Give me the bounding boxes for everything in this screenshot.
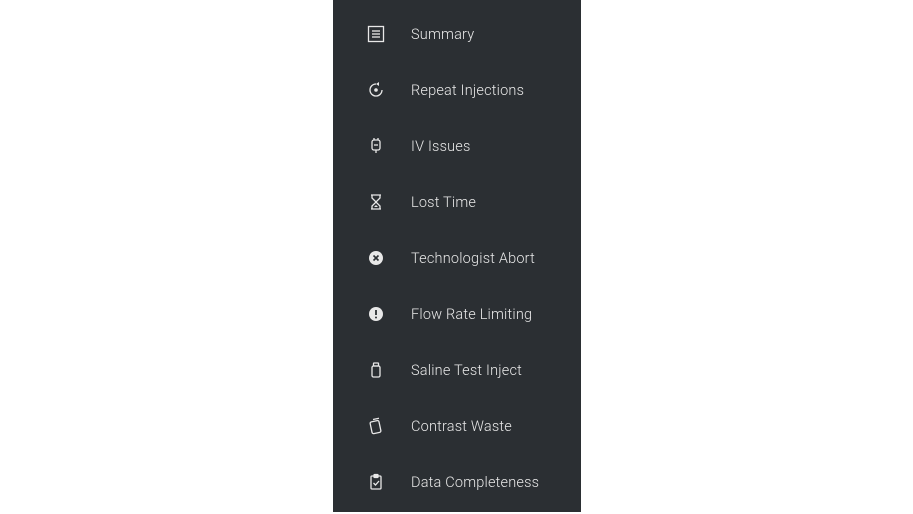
- sidebar-item-label: Repeat Injections: [411, 82, 524, 99]
- sidebar-item-label: Contrast Waste: [411, 418, 512, 435]
- abort-icon: [367, 249, 385, 267]
- repeat-icon: [367, 81, 385, 99]
- sidebar: Summary Repeat Injections IV Issues: [333, 0, 581, 512]
- sidebar-item-label: Technologist Abort: [411, 250, 535, 267]
- hourglass-icon: [367, 193, 385, 211]
- sidebar-item-contrast-waste[interactable]: Contrast Waste: [333, 398, 581, 454]
- alert-icon: [367, 305, 385, 323]
- sidebar-item-repeat-injections[interactable]: Repeat Injections: [333, 62, 581, 118]
- vial-icon: [367, 361, 385, 379]
- iv-bag-icon: [367, 137, 385, 155]
- sidebar-item-saline-test-inject[interactable]: Saline Test Inject: [333, 342, 581, 398]
- sidebar-item-iv-issues[interactable]: IV Issues: [333, 118, 581, 174]
- sidebar-item-summary[interactable]: Summary: [333, 6, 581, 62]
- sidebar-item-label: Summary: [411, 26, 474, 43]
- clipboard-check-icon: [367, 473, 385, 491]
- sidebar-item-label: IV Issues: [411, 138, 471, 155]
- sidebar-item-label: Saline Test Inject: [411, 362, 522, 379]
- sidebar-item-label: Flow Rate Limiting: [411, 306, 532, 323]
- summary-icon: [367, 25, 385, 43]
- sidebar-item-flow-rate-limiting[interactable]: Flow Rate Limiting: [333, 286, 581, 342]
- sidebar-item-label: Data Completeness: [411, 474, 539, 491]
- sidebar-item-label: Lost Time: [411, 194, 476, 211]
- waste-icon: [367, 417, 385, 435]
- sidebar-item-technologist-abort[interactable]: Technologist Abort: [333, 230, 581, 286]
- sidebar-item-lost-time[interactable]: Lost Time: [333, 174, 581, 230]
- sidebar-item-data-completeness[interactable]: Data Completeness: [333, 454, 581, 510]
